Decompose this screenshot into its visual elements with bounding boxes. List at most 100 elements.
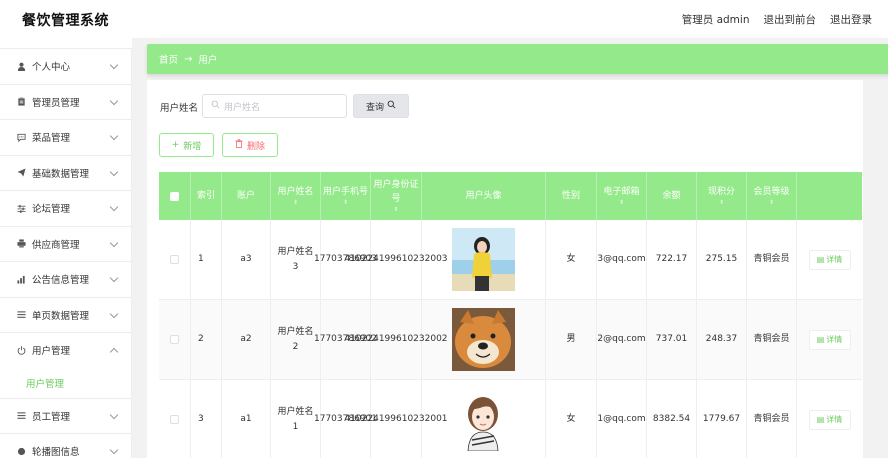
top-nav: 管理员 admin 退出到前台 退出登录 — [682, 12, 872, 27]
table-header: 索引 账户 用户姓名 ⬍ 用户手机号 ⬍ 用户身份证号 ⬍ 用户头像 性别 电子邮箱 ⬍… — [159, 172, 862, 220]
person-icon — [16, 61, 26, 71]
document-icon: ▤ — [816, 255, 825, 264]
search-input[interactable]: 用户姓名 — [202, 94, 347, 118]
column-header-name[interactable]: 用户姓名 ⬍ — [271, 172, 321, 220]
sidebar-item-users[interactable]: 用户管理 — [0, 332, 131, 368]
cell-photo — [422, 220, 546, 299]
sort-icon: ⬍ — [718, 199, 725, 206]
trash-icon — [235, 139, 243, 151]
query-button[interactable]: 查询 — [353, 94, 409, 118]
table-row: 1 a3 用户姓名3 17703786903 41022419961023200… — [159, 220, 862, 300]
search-placeholder: 用户姓名 — [224, 102, 261, 113]
chevron-down-icon — [109, 273, 119, 283]
sort-icon: ⬍ — [618, 199, 625, 206]
printer-icon — [16, 239, 26, 249]
sidebar-item-label: 公告信息管理 — [32, 275, 90, 287]
cell-idcard: 410224199610232002 — [344, 300, 448, 379]
select-all-checkbox[interactable] — [159, 172, 191, 220]
sidebar-item-forum[interactable]: 论坛管理 — [0, 190, 131, 226]
column-header-photo[interactable]: 用户头像 — [422, 172, 546, 220]
column-header-idcard[interactable]: 用户身份证号 ⬍ — [371, 172, 422, 220]
sidebar-item-carousel[interactable]: 轮播图信息 — [0, 433, 131, 458]
cell-account: a1 — [222, 380, 271, 458]
chevron-down-icon — [109, 410, 119, 419]
plus-icon: + — [171, 140, 180, 150]
chevron-down-icon — [109, 60, 119, 70]
cell-level: 青铜会员 — [747, 380, 797, 458]
chevron-up-icon — [109, 347, 119, 357]
cell-photo — [422, 380, 546, 458]
delete-button-label: 删除 — [246, 141, 265, 152]
sidebar-item-notices[interactable]: 公告信息管理 — [0, 261, 131, 297]
sidebar-item-personal-center[interactable]: 个人中心 — [0, 48, 131, 84]
user-avatar-image — [452, 228, 515, 291]
cell-actions: ▤ 详情 — [797, 220, 862, 299]
column-header-email[interactable]: 电子邮箱 ⬍ — [597, 172, 647, 220]
delete-button[interactable]: 删除 — [222, 133, 278, 157]
row-checkbox[interactable] — [159, 300, 191, 379]
cell-sex: 女 — [546, 380, 597, 458]
sidebar-item-label: 管理员管理 — [32, 97, 80, 109]
sidebar-item-label: 用户管理 — [32, 346, 71, 358]
cell-points: 248.37 — [697, 300, 747, 379]
app-title: 餐饮管理系统 — [22, 13, 109, 29]
add-button[interactable]: + 新增 — [159, 133, 214, 157]
column-header-points[interactable]: 现积分 ⬍ — [697, 172, 747, 220]
sidebar-item-staff[interactable]: 员工管理 — [0, 397, 131, 434]
cell-sex: 男 — [546, 300, 597, 379]
cell-index: 1 — [191, 220, 222, 299]
column-header-phone[interactable]: 用户手机号 ⬍ — [321, 172, 371, 220]
sidebar: 个人中心 管理员管理 菜品管理 基础数据管理 论坛管理 供应商管理 公告信息管理… — [0, 48, 132, 458]
breadcrumb-separator: → — [184, 53, 193, 65]
chevron-down-icon — [109, 202, 119, 212]
cell-email: 1@qq.com — [597, 380, 647, 458]
column-header-balance[interactable]: 余额 — [647, 172, 697, 220]
query-button-label: 查询 — [365, 102, 384, 113]
user-avatar-image — [452, 388, 515, 451]
detail-button[interactable]: ▤ 详情 — [808, 409, 851, 430]
column-header-level[interactable]: 会员等级 ⬍ — [747, 172, 797, 220]
logout-link[interactable]: 退出登录 — [830, 12, 872, 27]
breadcrumb-home[interactable]: 首页 — [159, 52, 178, 66]
sliders-icon — [16, 203, 26, 213]
column-header-sex[interactable]: 性别 — [546, 172, 597, 220]
sidebar-item-admin[interactable]: 管理员管理 — [0, 83, 131, 120]
sort-icon: ⬍ — [393, 206, 399, 213]
chevron-down-icon — [109, 167, 119, 176]
sidebar-item-dishes[interactable]: 菜品管理 — [0, 119, 131, 155]
sidebar-subitem-user-management[interactable]: 用户管理 — [0, 368, 131, 398]
sort-icon: ⬍ — [768, 199, 775, 206]
cell-balance: 8382.54 — [647, 380, 697, 458]
users-table: 索引 账户 用户姓名 ⬍ 用户手机号 ⬍ 用户身份证号 ⬍ 用户头像 性别 电子邮箱 ⬍… — [159, 172, 862, 458]
sidebar-item-label: 员工管理 — [32, 411, 71, 423]
document-icon: ▤ — [816, 415, 825, 424]
sidebar-item-label: 轮播图信息 — [32, 447, 80, 458]
cell-photo — [422, 300, 546, 379]
sidebar-item-label: 基础数据管理 — [32, 168, 90, 180]
sidebar-subitem-label: 用户管理 — [26, 378, 65, 390]
cell-account: a2 — [222, 300, 271, 379]
add-button-label: 新增 — [183, 141, 202, 152]
detail-button[interactable]: ▤ 详情 — [808, 329, 851, 350]
clipboard-icon — [16, 97, 26, 107]
sort-icon: ⬍ — [292, 199, 299, 206]
cell-points: 1779.67 — [697, 380, 747, 458]
sidebar-item-basic-data[interactable]: 基础数据管理 — [0, 154, 131, 191]
breadcrumb-current: 用户 — [198, 55, 218, 66]
row-checkbox[interactable] — [159, 220, 191, 299]
search-icon — [387, 100, 396, 112]
sidebar-item-suppliers[interactable]: 供应商管理 — [0, 225, 131, 262]
top-bar: 餐饮管理系统 管理员 admin 退出到前台 退出登录 — [0, 0, 888, 38]
chevron-down-icon — [109, 96, 119, 105]
cell-actions: ▤ 详情 — [797, 380, 862, 458]
row-checkbox[interactable] — [159, 380, 191, 458]
cell-account: a3 — [222, 220, 271, 299]
admin-label: 管理员 admin — [681, 14, 750, 26]
sidebar-item-single-page[interactable]: 单页数据管理 — [0, 296, 131, 333]
cell-level: 青铜会员 — [747, 220, 797, 299]
detail-button[interactable]: ▤ 详情 — [808, 249, 851, 270]
column-header-index: 索引 — [191, 172, 222, 220]
menu-icon — [16, 310, 26, 320]
back-to-front-link[interactable]: 退出到前台 — [764, 12, 817, 27]
column-header-account[interactable]: 账户 — [222, 172, 271, 220]
